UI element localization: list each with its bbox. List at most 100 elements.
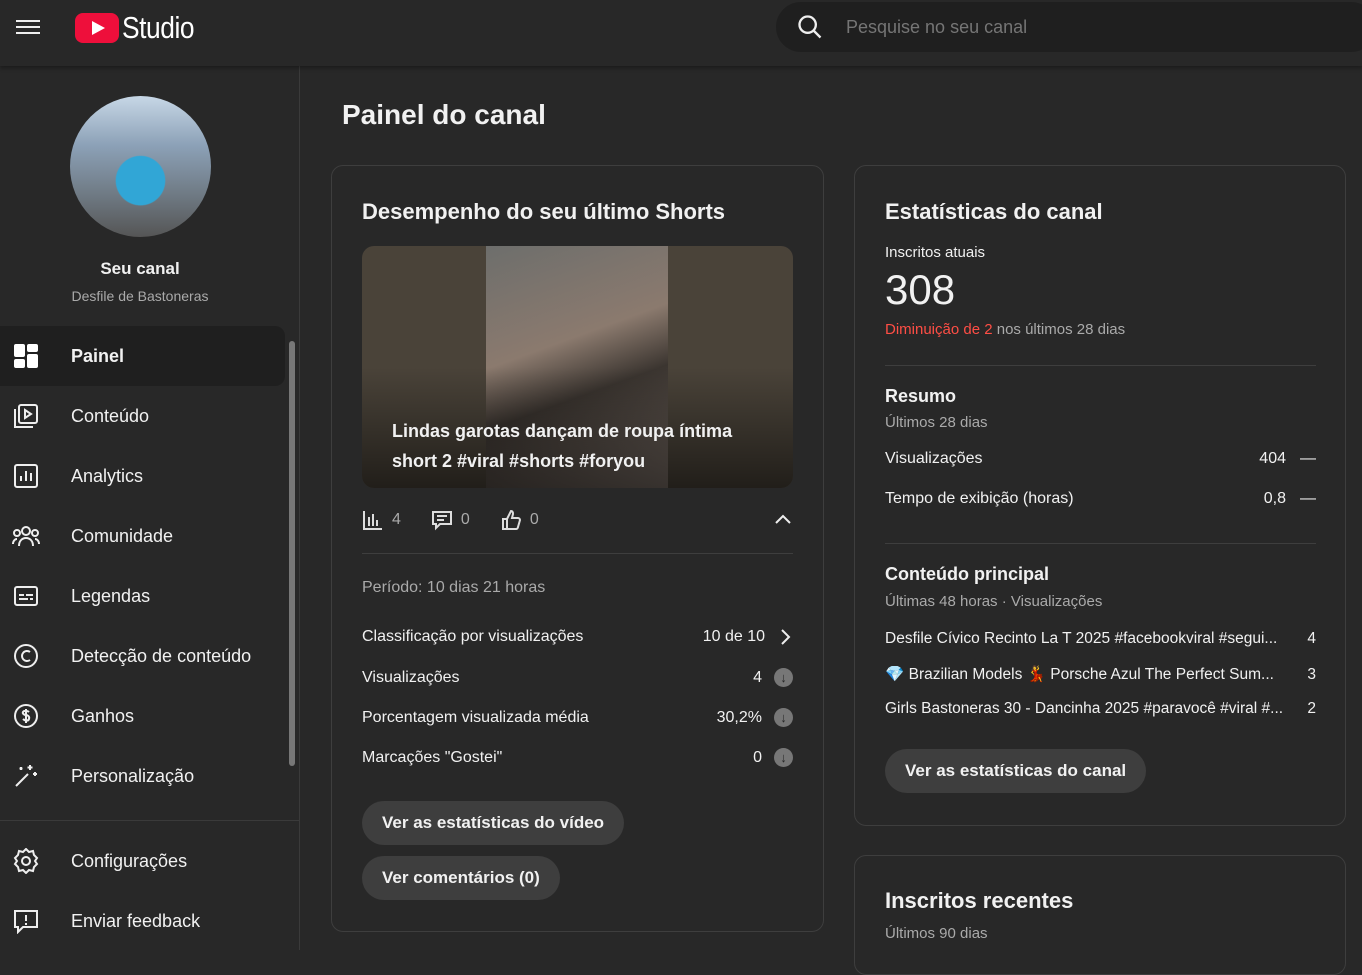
summary-title: Resumo — [885, 386, 957, 406]
stat-label: Classificação por visualizações — [362, 628, 584, 645]
sidebar-item-personaliza-o[interactable]: Personalização — [0, 746, 288, 806]
trend-dash: — — [1300, 450, 1316, 467]
likes-count: 0 — [529, 511, 539, 528]
channel-stats-card: Estatísticas do canal Inscritos atuais 3… — [854, 165, 1346, 826]
studio-logo[interactable]: Studio — [75, 10, 207, 46]
sidebar-item-label: Ganhos — [71, 705, 135, 726]
top-bar: Studio — [0, 0, 1362, 66]
summary-row: Visualizações 404 — — [885, 450, 1316, 468]
stat-label: Marcações "Gostei" — [362, 748, 503, 766]
copyright-icon — [12, 642, 40, 670]
stat-row: Visualizações 4 ↓ — [362, 668, 793, 687]
page-title: Painel do canal — [342, 99, 546, 130]
sidebar-item-label: Personalização — [71, 765, 195, 786]
divider — [885, 543, 1316, 544]
sidebar-item-comunidade[interactable]: Comunidade — [0, 506, 288, 566]
sidebar: Seu canal Desfile de Bastoneras Painel Co… — [0, 66, 300, 950]
chevron-right-icon[interactable] — [777, 628, 793, 646]
change-period: nos últimos 28 dias — [992, 321, 1126, 338]
comments-count: 0 — [460, 511, 470, 528]
dashboard-icon — [12, 342, 40, 370]
chevron-up-icon[interactable] — [773, 510, 793, 530]
summary-label: Tempo de exibição (horas) — [885, 490, 1074, 507]
sidebar-item-label: Conteúdo — [71, 405, 150, 426]
search-input[interactable] — [846, 16, 1246, 38]
view-comments-button[interactable]: Ver comentários (0) — [362, 856, 560, 900]
comment-icon — [431, 511, 452, 531]
divider — [362, 553, 793, 554]
bar-chart-icon — [363, 511, 382, 530]
arrow-down-icon: ↓ — [774, 668, 793, 687]
video-thumbnail[interactable]: Lindas garotas dançam de roupa íntima sh… — [362, 246, 793, 488]
video-title: 💎 Brazilian Models 💃 Porsche Azul The Pe… — [885, 666, 1274, 683]
sidebar-item-ganhos[interactable]: Ganhos — [0, 686, 288, 746]
video-views: 3 — [1307, 665, 1316, 683]
stat-row: Porcentagem visualizada média 30,2% ↓ — [362, 708, 793, 727]
subscribers-change: Diminuição de 2 nos últimos 28 dias — [885, 321, 1125, 338]
sidebar-item-label: Detecção de conteúdo — [71, 645, 252, 666]
gear-icon — [12, 847, 40, 875]
sidebar-item-detec-o-de-conte-do[interactable]: Detecção de conteúdo — [0, 626, 288, 686]
sidebar-item-analytics[interactable]: Analytics — [0, 446, 288, 506]
hamburger-menu-icon[interactable] — [16, 16, 40, 38]
video-views: 2 — [1307, 700, 1316, 717]
sidebar-scrollbar[interactable] — [289, 341, 295, 766]
top-content-period: Últimas 48 horas · Visualizações — [885, 593, 1103, 610]
arrow-down-icon: ↓ — [774, 748, 793, 767]
card-title: Estatísticas do canal — [885, 199, 1103, 224]
sidebar-item-legendas[interactable]: Legendas — [0, 566, 288, 626]
divider — [885, 365, 1316, 366]
card-title: Inscritos recentes — [885, 888, 1074, 913]
card-title: Desempenho do seu último Shorts — [362, 199, 726, 224]
top-content-item[interactable]: 💎 Brazilian Models 💃 Porsche Azul The Pe… — [885, 665, 1316, 684]
sidebar-item-painel[interactable]: Painel — [0, 326, 285, 386]
video-title: Girls Bastoneras 30 - Dancinha 2025 #par… — [885, 700, 1284, 717]
channel-name: Desfile de Bastoneras — [71, 288, 209, 304]
stat-value: 0 — [753, 748, 762, 766]
sidebar-item-label: Painel — [71, 345, 125, 366]
stat-label: Visualizações — [362, 668, 460, 686]
channel-stats-button[interactable]: Ver as estatísticas do canal — [885, 749, 1147, 793]
video-metrics: 4 0 0 — [362, 508, 793, 532]
views-count: 4 — [392, 511, 401, 528]
thumbs-up-icon — [501, 509, 521, 530]
search-icon — [798, 15, 822, 39]
video-stats-button[interactable]: Ver as estatísticas do vídeo — [362, 801, 625, 845]
sidebar-item-label: Legendas — [71, 585, 151, 606]
top-content-item[interactable]: Desfile Cívico Recinto La T 2025 #facebo… — [885, 630, 1316, 648]
top-content-title: Conteúdo principal — [885, 564, 1049, 584]
subscribers-label: Inscritos atuais — [885, 244, 986, 261]
logo-text: Studio — [122, 10, 195, 45]
stat-rank-row[interactable]: Classificação por visualizações 10 de 10 — [362, 628, 793, 646]
period-text: Período: 10 dias 21 horas — [362, 579, 546, 596]
video-title: Desfile Cívico Recinto La T 2025 #facebo… — [885, 630, 1278, 647]
stat-row: Marcações "Gostei" 0 ↓ — [362, 748, 793, 767]
arrow-down-icon: ↓ — [774, 708, 793, 727]
community-icon — [12, 522, 40, 550]
summary-label: Visualizações — [885, 450, 983, 467]
recent-subscribers-card: Inscritos recentes Últimos 90 dias — [854, 855, 1346, 975]
decrease-text: Diminuição de 2 — [885, 321, 993, 338]
sidebar-item-configura-es[interactable]: Configurações — [0, 831, 288, 891]
summary-period: Últimos 28 dias — [885, 414, 988, 431]
search-bar[interactable] — [776, 2, 1362, 52]
stat-value: 10 de 10 — [702, 628, 765, 645]
sidebar-item-label: Comunidade — [71, 525, 174, 546]
sidebar-item-label: Enviar feedback — [71, 910, 201, 931]
recent-period: Últimos 90 dias — [885, 925, 988, 942]
divider — [0, 820, 300, 821]
top-content-item[interactable]: Girls Bastoneras 30 - Dancinha 2025 #par… — [885, 700, 1316, 718]
magic-wand-icon — [12, 762, 40, 790]
summary-value: 0,8 — [1263, 490, 1286, 507]
trend-dash: — — [1300, 490, 1316, 507]
sidebar-item-enviar-feedback[interactable]: Enviar feedback — [0, 891, 288, 951]
latest-shorts-card: Desempenho do seu último Shorts Lindas g… — [331, 165, 824, 932]
video-views: 4 — [1307, 630, 1316, 647]
channel-avatar[interactable] — [70, 96, 211, 237]
analytics-icon — [12, 462, 40, 490]
earn-icon — [12, 702, 40, 730]
sidebar-item-conte-do[interactable]: Conteúdo — [0, 386, 288, 446]
content-icon — [12, 402, 40, 430]
stat-value: 4 — [753, 668, 762, 686]
channel-label: Seu canal — [100, 259, 180, 278]
